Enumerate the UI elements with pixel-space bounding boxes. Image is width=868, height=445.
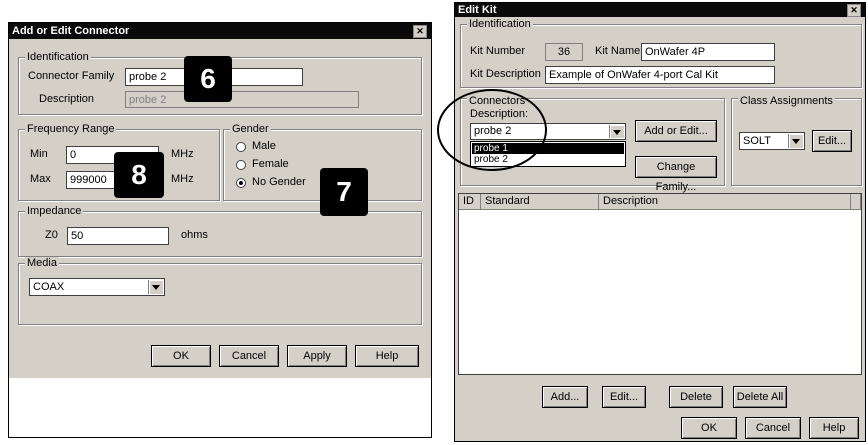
- kit-name-field[interactable]: OnWafer 4P: [641, 43, 775, 61]
- chevron-down-icon[interactable]: [609, 125, 624, 138]
- dialog-title-bar: Edit Kit ✕: [455, 3, 865, 17]
- add-or-edit-connector-button[interactable]: Add or Edit...: [635, 120, 717, 142]
- kit-number-label: Kit Number: [470, 45, 526, 57]
- edit-standard-button[interactable]: Edit...: [602, 386, 646, 408]
- frequency-range-legend: Frequency Range: [25, 123, 117, 135]
- standards-table[interactable]: ID Standard Description: [458, 193, 862, 375]
- z0-field[interactable]: 50: [67, 227, 169, 245]
- kit-identification-legend: Identification: [467, 18, 533, 30]
- ok-button[interactable]: OK: [681, 417, 737, 439]
- change-family-button[interactable]: Change Family...: [635, 156, 717, 193]
- media-value: COAX: [33, 281, 65, 293]
- dialog-title-bar: Add or Edit Connector ✕: [9, 23, 431, 39]
- media-group: Media COAX: [18, 257, 422, 325]
- gender-no-gender-radio[interactable]: [236, 178, 246, 188]
- class-assignment-dropdown[interactable]: SOLT: [739, 132, 805, 150]
- help-button[interactable]: Help: [809, 417, 859, 439]
- gender-female-radio[interactable]: [236, 160, 246, 170]
- annotation-badge-8: 8: [114, 152, 164, 198]
- impedance-legend: Impedance: [25, 205, 84, 217]
- impedance-group: Impedance Z0 50 ohms: [18, 205, 422, 257]
- description-field[interactable]: probe 2: [125, 91, 359, 108]
- chevron-down-icon[interactable]: [788, 134, 803, 148]
- annotation-badge-6: 6: [184, 56, 232, 102]
- edit-kit-dialog: Edit Kit ✕ Identification Kit Number 36 …: [454, 2, 866, 442]
- gender-male-radio[interactable]: [236, 142, 246, 152]
- chevron-down-icon[interactable]: [148, 280, 163, 294]
- gender-no-gender-label: No Gender: [252, 176, 306, 188]
- table-header-standard[interactable]: Standard: [481, 194, 599, 210]
- class-assignment-value: SOLT: [743, 135, 771, 147]
- apply-button[interactable]: Apply: [287, 345, 347, 367]
- add-standard-button[interactable]: Add...: [542, 386, 588, 408]
- min-label: Min: [30, 148, 48, 160]
- kit-description-field[interactable]: Example of OnWafer 4-port Cal Kit: [545, 66, 775, 84]
- table-header-id[interactable]: ID: [459, 194, 481, 210]
- class-assignments-legend: Class Assignments: [738, 95, 835, 107]
- kit-name-label: Kit Name: [595, 45, 641, 57]
- annotation-badge-7: 7: [320, 168, 368, 216]
- kit-description-label: Kit Description: [470, 68, 541, 80]
- identification-legend: Identification: [25, 51, 91, 63]
- media-dropdown[interactable]: COAX: [29, 278, 165, 296]
- media-legend: Media: [25, 257, 59, 269]
- gender-legend: Gender: [230, 123, 271, 135]
- connector-family-label: Connector Family: [28, 70, 115, 82]
- table-header-description[interactable]: Description: [599, 194, 851, 210]
- description-label: Description: [39, 93, 95, 105]
- max-unit-label: MHz: [171, 173, 194, 185]
- class-edit-button[interactable]: Edit...: [812, 130, 852, 152]
- dialog-title: Edit Kit: [458, 4, 497, 16]
- z0-label: Z0: [45, 229, 58, 241]
- close-icon[interactable]: ✕: [847, 4, 861, 17]
- class-assignments-group: Class Assignments SOLT Edit...: [731, 95, 862, 186]
- kit-number-field: 36: [545, 43, 583, 61]
- dialog-title: Add or Edit Connector: [12, 25, 130, 37]
- table-header-spacer: [851, 194, 861, 210]
- max-label: Max: [30, 173, 51, 185]
- cancel-button[interactable]: Cancel: [745, 417, 801, 439]
- cancel-button[interactable]: Cancel: [219, 345, 279, 367]
- delete-standard-button[interactable]: Delete: [669, 386, 723, 408]
- close-icon[interactable]: ✕: [413, 25, 427, 38]
- delete-all-button[interactable]: Delete All: [733, 386, 787, 408]
- left-panel-frame: [8, 378, 432, 438]
- ok-button[interactable]: OK: [151, 345, 211, 367]
- gender-male-label: Male: [252, 140, 276, 152]
- kit-identification-group: Identification Kit Number 36 Kit Name On…: [460, 18, 862, 88]
- highlight-circle: [437, 89, 547, 171]
- gender-female-label: Female: [252, 158, 289, 170]
- min-unit-label: MHz: [171, 148, 194, 160]
- help-button[interactable]: Help: [355, 345, 419, 367]
- ohms-label: ohms: [181, 229, 208, 241]
